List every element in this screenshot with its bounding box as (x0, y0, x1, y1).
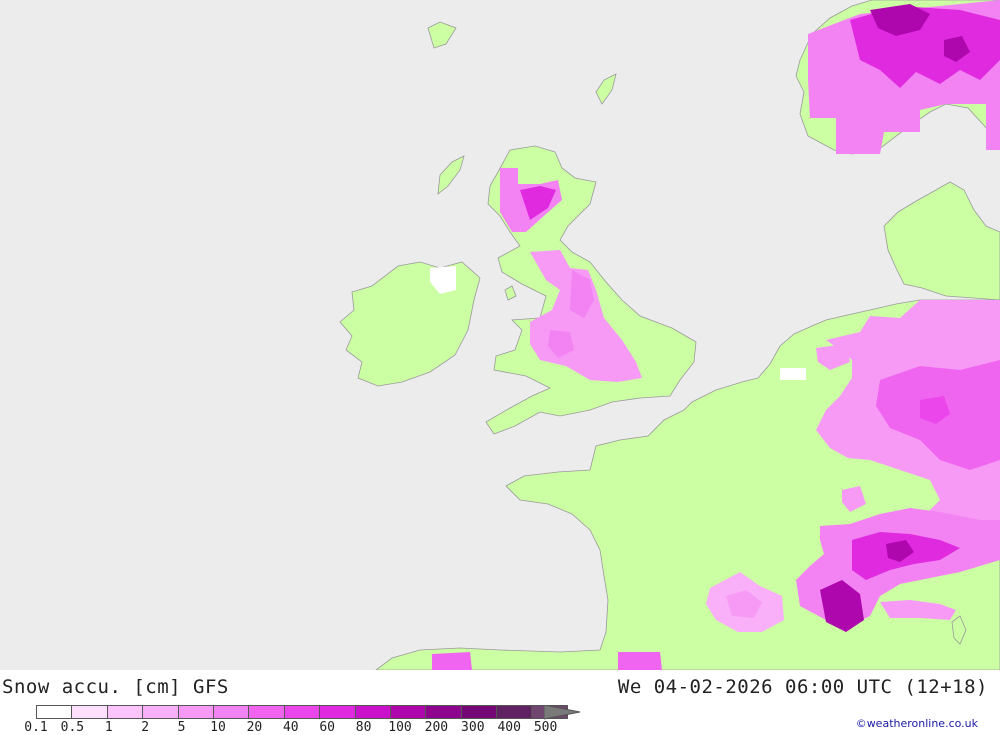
weather-map (0, 0, 1000, 670)
map-footer: Snow accu. [cm] GFS We 04-02-2026 06:00 … (0, 670, 1000, 735)
legend-swatch (319, 705, 356, 719)
legend-swatch (354, 705, 391, 719)
legend-tick-labels: 0.1 0.5 1 2 5 10 20 40 60 80 100 200 300 400 500 (0, 720, 600, 735)
legend-swatch (389, 705, 427, 719)
valid-time: We 04-02-2026 06:00 UTC (12+18) (617, 676, 988, 698)
credit-link[interactable]: ©weatheronline.co.uk (856, 717, 978, 730)
legend-swatch (177, 705, 214, 719)
legend-swatch (496, 705, 533, 719)
snow-pyrenees-east (618, 652, 662, 670)
legend-swatch (71, 705, 108, 719)
legend-swatch (283, 705, 321, 719)
legend-swatch (36, 705, 73, 719)
legend-color-bar (36, 705, 568, 719)
legend-swatch (248, 705, 285, 719)
legend-swatch (106, 705, 144, 719)
legend-swatch (212, 705, 250, 719)
legend-arrow-icon (544, 705, 581, 720)
snow-netherlands-white (780, 368, 806, 380)
snow-pyrenees-west (432, 652, 472, 670)
legend-swatch (460, 705, 498, 719)
map-title: Snow accu. [cm] GFS (2, 676, 229, 698)
legend-swatch (142, 705, 179, 719)
legend-swatch (425, 705, 462, 719)
